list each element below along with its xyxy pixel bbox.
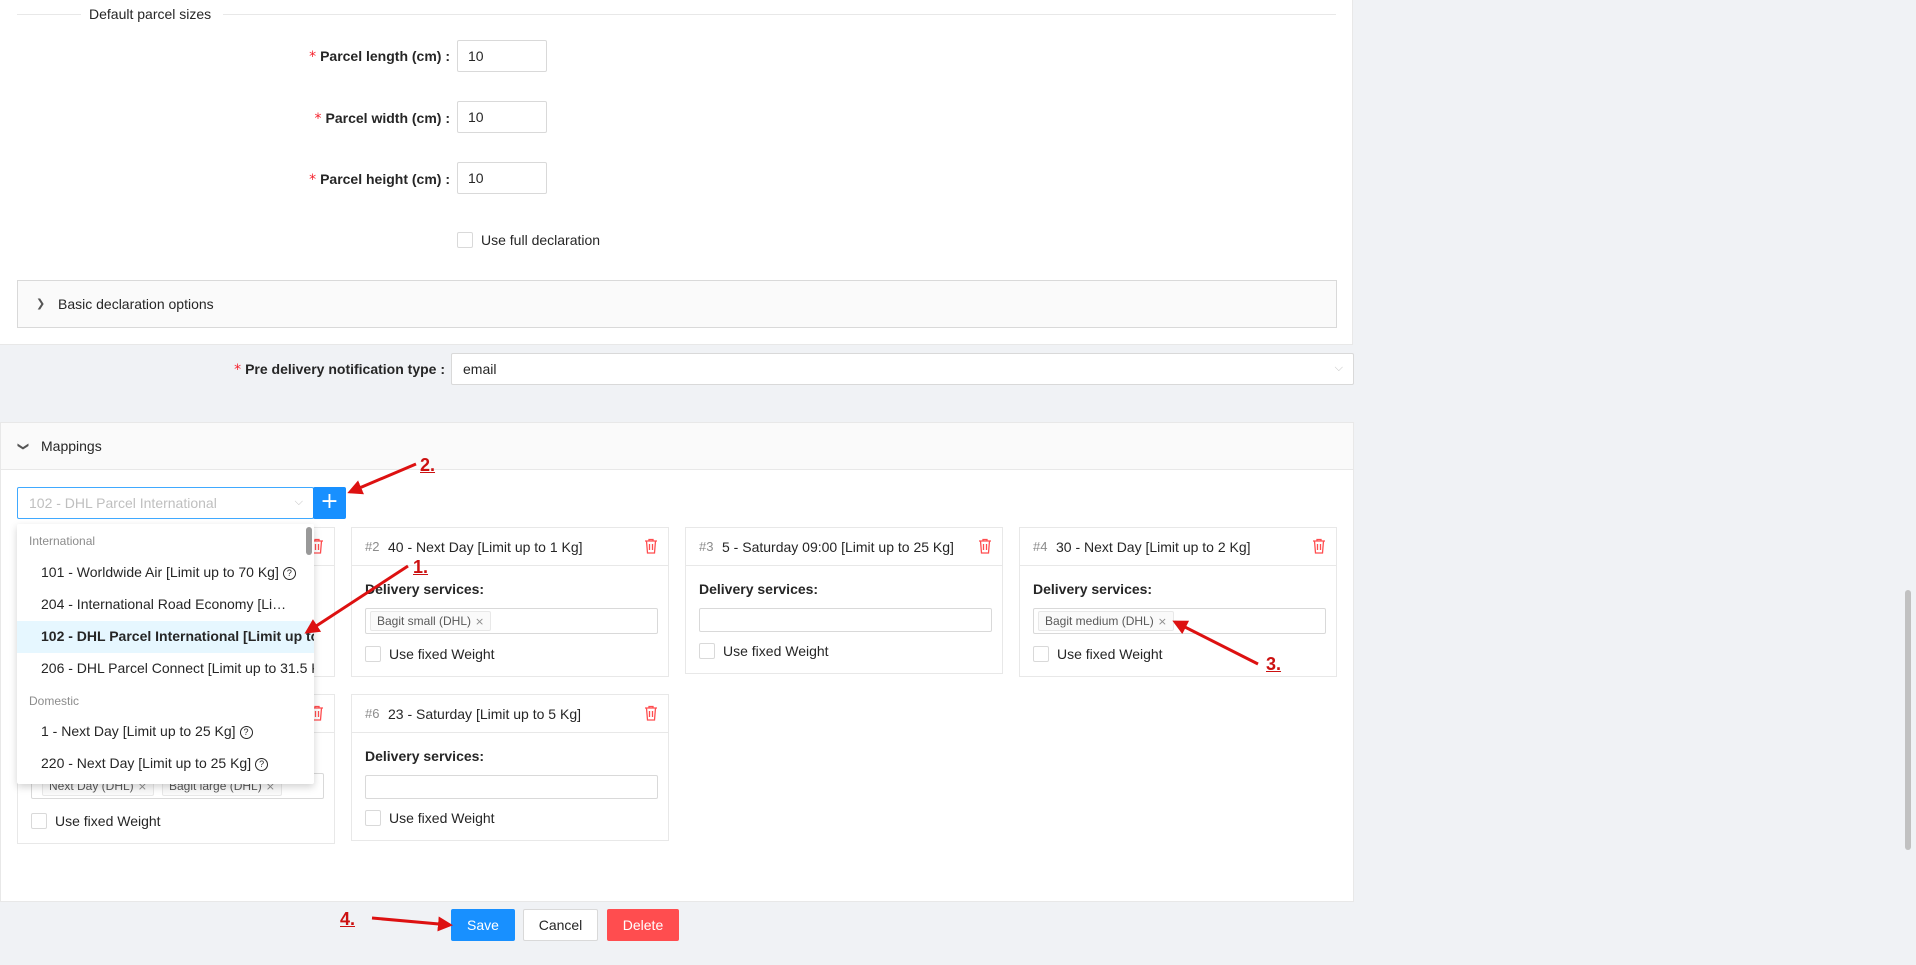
close-icon[interactable]: × xyxy=(1158,615,1167,628)
basic-declaration-label: Basic declaration options xyxy=(58,296,214,312)
parcel-length-label: * Parcel length (cm) : xyxy=(309,48,450,65)
parcel-length-input[interactable] xyxy=(457,40,547,72)
fixed-weight-label: Use fixed Weight xyxy=(1057,646,1163,662)
card-header: #2 40 - Next Day [Limit up to 1 Kg] xyxy=(352,528,668,566)
mapping-card-6: #6 23 - Saturday [Limit up to 5 Kg] Deli… xyxy=(351,694,669,841)
delivery-services-label: Delivery services: xyxy=(699,581,819,597)
arrow-4 xyxy=(371,916,453,932)
trash-icon[interactable] xyxy=(978,538,992,554)
delivery-services-input[interactable] xyxy=(365,775,658,799)
fixed-weight-checkbox[interactable] xyxy=(1033,646,1049,662)
trash-icon[interactable] xyxy=(644,538,658,554)
annotation-2: 2. xyxy=(420,455,436,475)
service-mapping-value: 102 - DHL Parcel International xyxy=(29,495,217,511)
service-mapping-select[interactable]: 102 - DHL Parcel International ⌵ xyxy=(17,487,314,519)
delivery-services-label: Delivery services: xyxy=(1033,581,1153,597)
card-header: #4 30 - Next Day [Limit up to 2 Kg] xyxy=(1020,528,1336,566)
cancel-button[interactable]: Cancel xyxy=(523,909,598,941)
delivery-services-input[interactable]: Bagit medium (DHL) × xyxy=(1033,608,1326,634)
mappings-title: Mappings xyxy=(41,438,102,454)
parcel-width-input[interactable] xyxy=(457,101,547,133)
service-tag: Bagit small (DHL) × xyxy=(370,611,492,631)
dropdown-scrollbar[interactable] xyxy=(306,527,312,555)
fixed-weight-checkbox[interactable] xyxy=(365,810,381,826)
chevron-down-icon: ❯ xyxy=(17,441,31,452)
delivery-services-input[interactable]: Bagit small (DHL) × xyxy=(365,608,658,634)
trash-icon[interactable] xyxy=(1312,538,1326,554)
card-number: #3 xyxy=(699,539,714,554)
add-mapping-button[interactable]: + xyxy=(313,487,346,519)
basic-declaration-collapse[interactable]: ❯ Basic declaration options xyxy=(17,280,1337,328)
chevron-down-icon: ⌵ xyxy=(1334,361,1343,374)
fixed-weight-label: Use fixed Weight xyxy=(389,646,495,662)
full-declaration-checkbox[interactable] xyxy=(457,232,473,248)
save-button[interactable]: Save xyxy=(451,909,515,941)
delivery-services-input[interactable] xyxy=(699,608,992,632)
pre-delivery-label: * Pre delivery notification type : xyxy=(234,361,445,378)
group-international: International xyxy=(29,534,96,548)
dropdown-option[interactable]: 204 - International Road Economy [Limit … xyxy=(17,589,314,621)
page-scrollbar[interactable] xyxy=(1905,590,1911,850)
parcel-height-label: * Parcel height (cm) : xyxy=(309,171,450,188)
card-title: 23 - Saturday [Limit up to 5 Kg] xyxy=(388,706,581,722)
chevron-right-icon: ❯ xyxy=(36,297,46,310)
delivery-services-label: Delivery services: xyxy=(365,581,485,597)
help-icon: ? xyxy=(282,567,296,580)
dropdown-option-selected[interactable]: 102 - DHL Parcel International [Limit up… xyxy=(17,621,314,653)
parcel-height-input[interactable] xyxy=(457,162,547,194)
card-number: #2 xyxy=(365,539,380,554)
help-icon: ? xyxy=(239,726,253,739)
card-title: 30 - Next Day [Limit up to 2 Kg] xyxy=(1056,539,1251,555)
card-header: #6 23 - Saturday [Limit up to 5 Kg] xyxy=(352,695,668,733)
annotation-4: 4. xyxy=(340,909,356,929)
card-number: #4 xyxy=(1033,539,1048,554)
mapping-card-4: #4 30 - Next Day [Limit up to 2 Kg] Deli… xyxy=(1019,527,1337,677)
service-tag: Bagit medium (DHL) × xyxy=(1038,611,1174,631)
mapping-card-3: #3 5 - Saturday 09:00 [Limit up to 25 Kg… xyxy=(685,527,1003,674)
delete-button[interactable]: Delete xyxy=(607,909,679,941)
group-domestic: Domestic xyxy=(29,694,80,708)
fixed-weight-checkbox[interactable] xyxy=(31,813,47,829)
fixed-weight-label: Use fixed Weight xyxy=(55,813,161,829)
delivery-services-label: Delivery services: xyxy=(365,748,485,764)
pre-delivery-value: email xyxy=(463,361,497,377)
trash-icon[interactable] xyxy=(644,705,658,721)
card-header: #3 5 - Saturday 09:00 [Limit up to 25 Kg… xyxy=(686,528,1002,566)
chevron-down-icon: ⌵ xyxy=(294,495,303,508)
legend-divider-right xyxy=(223,14,1336,15)
close-icon[interactable]: × xyxy=(475,615,484,628)
card-title: 40 - Next Day [Limit up to 1 Kg] xyxy=(388,539,583,555)
fixed-weight-checkbox[interactable] xyxy=(699,643,715,659)
dropdown-option[interactable]: 206 - DHL Parcel Connect [Limit up to 31… xyxy=(17,653,314,685)
parcel-width-label: * Parcel width (cm) : xyxy=(314,110,450,127)
full-declaration-label: Use full declaration xyxy=(481,232,601,248)
plus-icon: + xyxy=(320,489,339,514)
card-number: #6 xyxy=(365,706,380,721)
dropdown-option[interactable]: 101 - Worldwide Air [Limit up to 70 Kg]? xyxy=(17,557,314,589)
service-dropdown: International 101 - Worldwide Air [Limit… xyxy=(17,524,314,784)
dropdown-option[interactable]: 1 - Next Day [Limit up to 25 Kg]? xyxy=(17,716,314,748)
mappings-header[interactable]: ❯ Mappings xyxy=(1,423,1353,470)
fixed-weight-label: Use fixed Weight xyxy=(389,810,495,826)
card-title: 5 - Saturday 09:00 [Limit up to 25 Kg] xyxy=(722,539,954,555)
dropdown-option[interactable]: 220 - Next Day [Limit up to 25 Kg]? xyxy=(17,748,314,780)
legend-divider-left xyxy=(17,14,81,15)
annotation-1: 1. xyxy=(413,557,429,577)
pre-delivery-select[interactable]: email ⌵ xyxy=(451,353,1354,385)
help-icon: ? xyxy=(255,758,269,771)
annotation-3: 3. xyxy=(1266,654,1282,674)
fixed-weight-label: Use fixed Weight xyxy=(723,643,829,659)
parcel-settings-panel: Default parcel sizes * Parcel length (cm)… xyxy=(0,0,1353,345)
fixed-weight-checkbox[interactable] xyxy=(365,646,381,662)
section-legend: Default parcel sizes xyxy=(89,6,212,22)
mapping-card-2: #2 40 - Next Day [Limit up to 1 Kg] Deli… xyxy=(351,527,669,677)
